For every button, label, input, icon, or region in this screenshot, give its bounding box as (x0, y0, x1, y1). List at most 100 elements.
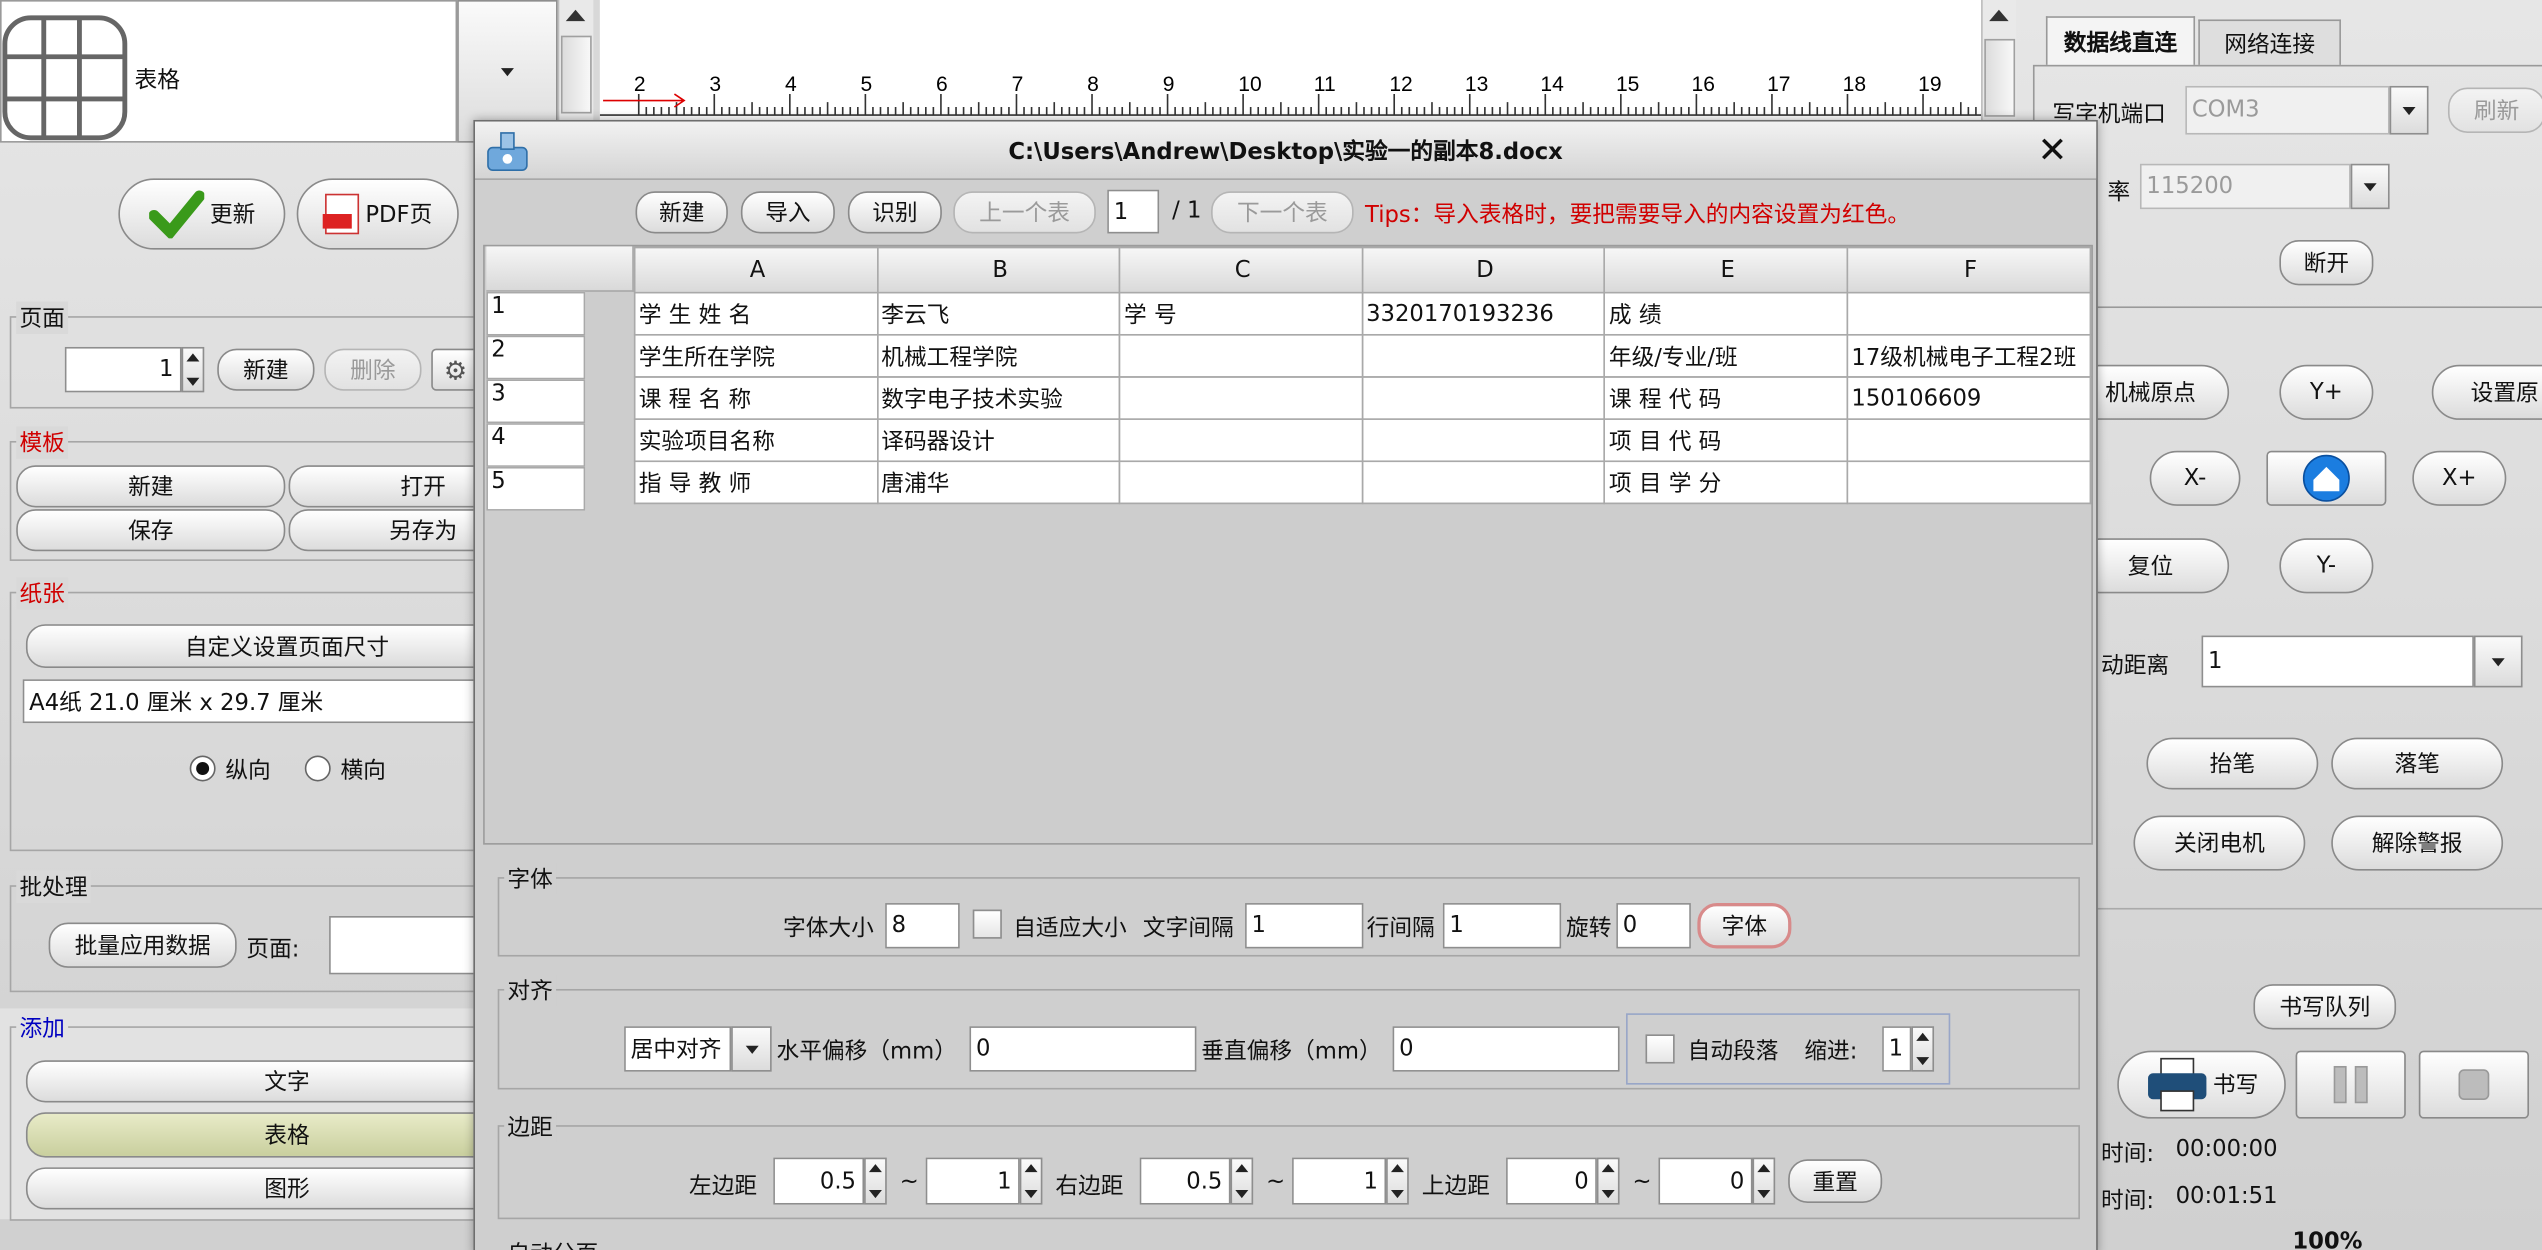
table-cell[interactable]: 学生所在学院 (633, 333, 879, 378)
set-origin-button[interactable]: 设置原 (2431, 364, 2542, 420)
table-cell[interactable]: 指 导 教 师 (633, 460, 879, 505)
table-cell[interactable]: 项 目 代 码 (1604, 418, 1849, 463)
table-cell[interactable]: 年级/专业/班 (1604, 333, 1849, 378)
prev-table-button[interactable]: 上一个表 (953, 191, 1096, 234)
table-cell[interactable] (1119, 460, 1363, 505)
table-cell[interactable] (1119, 333, 1363, 378)
row-number[interactable]: 3 (486, 379, 586, 424)
right-margin-max-spinner[interactable] (1386, 1157, 1409, 1205)
custom-page-size-button[interactable]: 自定义设置页面尺寸 (25, 624, 548, 668)
write-button[interactable]: 书写 (2117, 1050, 2286, 1119)
baud-dropdown[interactable] (2350, 163, 2390, 210)
left-margin-max-input[interactable]: 1 (925, 1157, 1020, 1205)
column-header[interactable]: B (876, 246, 1121, 294)
y-plus-button[interactable]: Y+ (2279, 364, 2374, 420)
pdf-page-button[interactable]: PDF页 (296, 178, 459, 250)
align-dropdown[interactable] (731, 1026, 772, 1072)
table-cell[interactable]: 唐浦华 (876, 460, 1121, 505)
baud-select[interactable]: 115200 (2139, 163, 2351, 210)
add-table-button[interactable]: 表格 (25, 1112, 548, 1158)
v-offset-input[interactable]: 0 (1392, 1026, 1620, 1072)
table-page-input[interactable]: 1 (1107, 189, 1160, 234)
table-cell[interactable]: 课 程 名 称 (633, 376, 879, 420)
right-margin-min-spinner[interactable] (1230, 1157, 1254, 1205)
table-cell[interactable]: 课 程 代 码 (1604, 376, 1849, 420)
column-header[interactable]: F (1846, 246, 2092, 294)
table-cell[interactable]: 成 绩 (1604, 291, 1849, 336)
table-cell[interactable]: 实验项目名称 (633, 418, 879, 463)
top-margin-min-spinner[interactable] (1596, 1157, 1620, 1205)
column-header[interactable]: E (1604, 246, 1849, 294)
add-text-button[interactable]: 文字 (25, 1060, 548, 1103)
left-margin-min-input[interactable]: 0.5 (773, 1157, 865, 1205)
y-minus-button[interactable]: Y- (2279, 538, 2374, 594)
right-margin-max-input[interactable]: 1 (1292, 1157, 1387, 1205)
table-cell[interactable]: 机械工程学院 (876, 333, 1121, 378)
port-select[interactable]: COM3 (2185, 85, 2390, 135)
table-cell[interactable]: 17级机械电子工程2班 (1846, 333, 2092, 378)
table-cell[interactable]: 数字电子技术实验 (876, 376, 1121, 420)
column-header[interactable]: D (1361, 246, 1606, 294)
port-dropdown[interactable] (2389, 85, 2429, 135)
template-new-button[interactable]: 新建 (16, 465, 286, 508)
table-cell[interactable] (1119, 376, 1363, 420)
distance-select[interactable]: 1 (2201, 635, 2474, 688)
add-shape-button[interactable]: 图形 (25, 1167, 548, 1210)
delete-page-button[interactable]: 删除 (324, 348, 422, 391)
table-cell[interactable]: 150106609 (1846, 376, 2092, 420)
table-cell[interactable] (1361, 333, 1606, 378)
distance-dropdown[interactable] (2473, 635, 2523, 688)
char-spacing-input[interactable]: 1 (1245, 903, 1364, 949)
row-number[interactable]: 1 (486, 291, 586, 336)
landscape-radio[interactable] (304, 755, 331, 782)
align-select[interactable]: 居中对齐 (624, 1026, 732, 1072)
row-number[interactable]: 5 (486, 466, 586, 511)
home-button[interactable] (2266, 450, 2387, 506)
update-button[interactable]: 更新 (118, 178, 286, 250)
table-cell[interactable] (1846, 291, 2092, 336)
template-save-button[interactable]: 保存 (16, 509, 286, 552)
next-table-button[interactable]: 下一个表 (1211, 191, 1354, 234)
auto-paragraph-checkbox[interactable] (1645, 1034, 1675, 1064)
table-preview[interactable]: 12345 ABCDEF学 生 姓 名李云飞学 号 3320170193236 成 … (483, 244, 2093, 845)
top-margin-max-input[interactable]: 0 (1658, 1157, 1753, 1205)
refresh-button[interactable]: 刷新 (2447, 87, 2542, 133)
pause-button[interactable] (2295, 1050, 2406, 1119)
left-margin-min-spinner[interactable] (864, 1157, 887, 1205)
top-margin-min-input[interactable]: 0 (1506, 1157, 1597, 1205)
page-number-input[interactable]: 1 (64, 346, 182, 393)
column-header[interactable]: C (1119, 246, 1363, 294)
new-page-button[interactable]: 新建 (217, 348, 315, 391)
x-minus-button[interactable]: X- (2149, 450, 2241, 506)
scroll-thumb[interactable] (1984, 38, 2016, 117)
rotate-input[interactable]: 0 (1616, 903, 1691, 949)
table-cell[interactable]: 项 目 学 分 (1604, 460, 1849, 505)
h-offset-input[interactable]: 0 (969, 1026, 1197, 1072)
table-cell[interactable]: 3320170193236 (1361, 291, 1606, 336)
batch-apply-button[interactable]: 批量应用数据 (48, 922, 237, 968)
table-cell[interactable]: 学 生 姓 名 (633, 291, 879, 336)
motor-off-button[interactable]: 关闭电机 (2133, 815, 2306, 871)
close-icon[interactable]: ✕ (2028, 128, 2077, 173)
write-queue-button[interactable]: 书写队列 (2253, 984, 2397, 1030)
indent-spinner[interactable] (1911, 1026, 1935, 1072)
line-spacing-input[interactable]: 1 (1442, 903, 1562, 949)
item-selector[interactable]: 表格 (0, 0, 458, 143)
portrait-radio[interactable] (189, 755, 216, 782)
page-number-spinner[interactable] (181, 346, 205, 393)
table-cell[interactable] (1119, 418, 1363, 463)
right-margin-min-input[interactable]: 0.5 (1139, 1157, 1231, 1205)
paper-size-field[interactable]: A4纸 21.0 厘米 x 29.7 厘米 (22, 679, 510, 724)
dialog-import-button[interactable]: 导入 (740, 191, 835, 234)
table-cell[interactable] (1361, 460, 1606, 505)
tab-network[interactable]: 网络连接 (2198, 19, 2341, 65)
table-cell[interactable]: 李云飞 (876, 291, 1121, 336)
scroll-thumb[interactable] (560, 35, 592, 114)
clear-alarm-button[interactable]: 解除警报 (2331, 815, 2504, 871)
dialog-new-button[interactable]: 新建 (635, 191, 728, 234)
row-number[interactable]: 4 (486, 423, 586, 467)
left-margin-max-spinner[interactable] (1019, 1157, 1043, 1205)
batch-page-input[interactable] (329, 916, 492, 975)
stop-button[interactable] (2418, 1050, 2530, 1119)
spreadsheet-grid[interactable]: ABCDEF学 生 姓 名李云飞学 号 3320170193236 成 绩学生所在学… (633, 246, 2092, 505)
